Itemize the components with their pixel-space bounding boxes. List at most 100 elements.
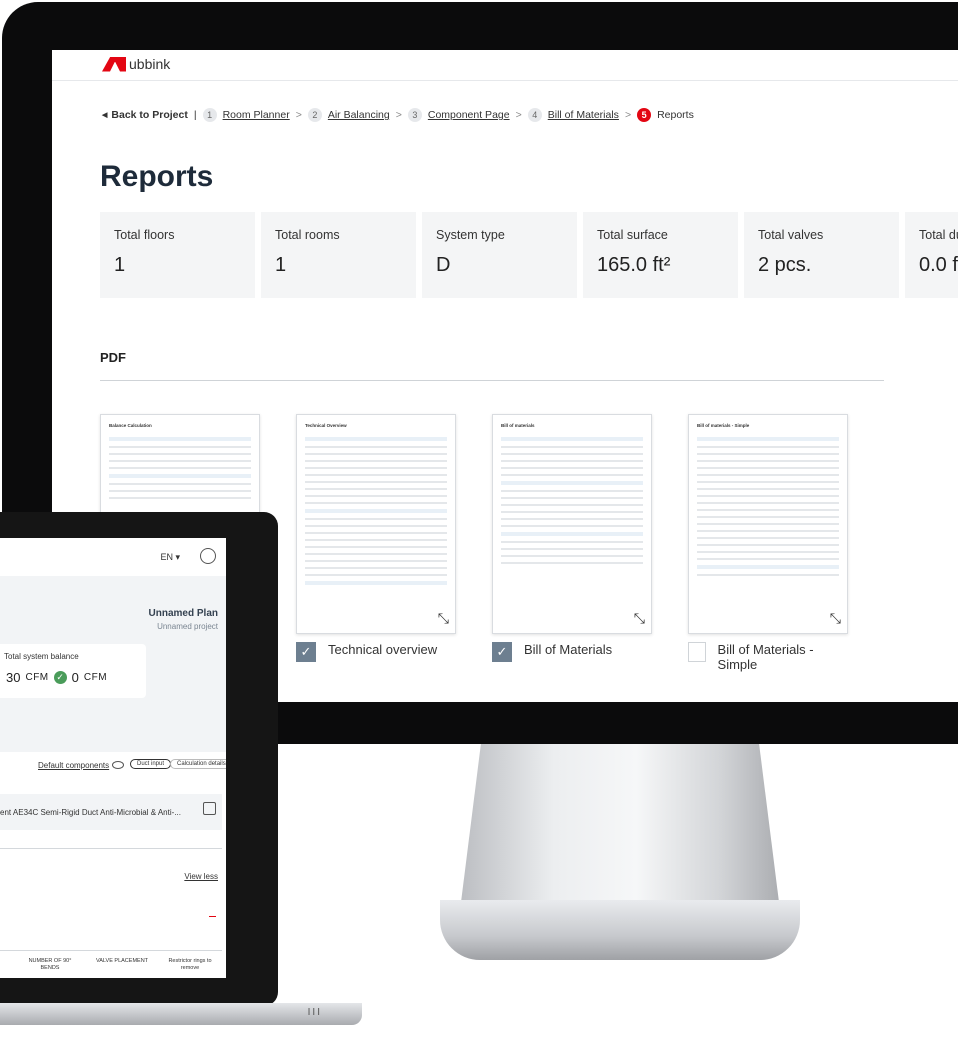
document-option-bill-of-materials-simple[interactable]: Bill of Materials - Simple <box>688 642 838 672</box>
balance-unit: CFM <box>83 672 108 683</box>
document-thumbnail-bill-of-materials-simple[interactable]: Bill of materials - Simple ⤡ <box>688 414 848 634</box>
top-bar: ubbink <box>52 50 958 81</box>
edit-icon[interactable] <box>203 802 216 815</box>
checkbox-checked[interactable]: ✓ <box>492 642 512 662</box>
thumbnail-title: Bill of materials <box>501 423 535 428</box>
thumbnail-rows <box>501 437 643 569</box>
document-label: Bill of Materials - Simple <box>717 642 814 672</box>
pdf-divider <box>100 380 884 381</box>
column-header-valve: VALVE PLACEMENT <box>95 958 149 964</box>
thumbnail-rows <box>305 437 447 590</box>
laptop-top-bar: EN ▾ <box>0 538 226 577</box>
ubbink-logo[interactable]: ubbink <box>102 56 170 72</box>
page-title: Reports <box>100 160 214 193</box>
plan-header: Unnamed Plan Unnamed project Total syste… <box>0 576 226 752</box>
plan-name: Unnamed Plan <box>148 608 218 619</box>
step-number-2: 2 <box>307 108 322 122</box>
calculation-details-toggle[interactable]: Calculation details <box>170 759 226 769</box>
check-circle-icon: ✓ <box>53 671 67 684</box>
component-text: ent AE34C Semi-Rigid Duct Anti-Microbial… <box>0 808 181 817</box>
stat-value: 1 <box>275 254 287 276</box>
caret-left-icon: ◀ <box>102 112 108 119</box>
stat-card: System type D <box>422 212 577 298</box>
stats-row: Total floors 1 Total rooms 1 System type D … <box>100 212 958 298</box>
step-number-3: 3 <box>407 108 422 122</box>
document-label: Bill of Materials <box>524 642 613 657</box>
language-selector[interactable]: EN ▾ <box>160 552 180 563</box>
thumbnail-title: Bill of materials - Simple <box>697 423 750 428</box>
thumbnail-rows <box>697 437 839 581</box>
column-header-rings: Restrictor rings to remove <box>168 958 212 971</box>
chevron-right-icon: > <box>295 109 302 121</box>
balance-value: 30 CFM ✓ 0 CFM <box>6 670 107 685</box>
stat-label: Total rooms <box>275 228 340 242</box>
breadcrumb-air-balancing[interactable]: Air Balancing <box>328 109 390 121</box>
stat-label: Total du <box>919 228 958 242</box>
breadcrumb-divider: | <box>193 109 197 121</box>
stat-value: 0.0 f <box>919 254 958 276</box>
back-to-project-link[interactable]: ◀ Back to Project <box>102 109 188 121</box>
breadcrumb-bill-of-materials[interactable]: Bill of Materials <box>548 109 619 121</box>
chevron-right-icon: > <box>624 109 632 121</box>
stat-label: Total valves <box>758 228 824 242</box>
checkbox-unchecked[interactable] <box>688 642 706 662</box>
view-less-link[interactable]: View less <box>184 872 218 881</box>
document-option-technical-overview[interactable]: ✓ Technical overview <box>296 642 437 662</box>
breadcrumb-component-page[interactable]: Component Page <box>428 109 510 121</box>
step-number-4: 4 <box>527 108 542 122</box>
breadcrumb-room-planner[interactable]: Room Planner <box>223 109 290 121</box>
breadcrumb: ◀ Back to Project | 1 Room Planner > 2 Ai… <box>102 108 694 122</box>
user-icon[interactable] <box>200 548 216 564</box>
component-row[interactable]: ent AE34C Semi-Rigid Duct Anti-Microbial… <box>0 794 222 830</box>
stat-card: Total du 0.0 f <box>905 212 958 298</box>
planner-screen: EN ▾ Unnamed Plan Unnamed project Total … <box>0 538 226 978</box>
remove-icon[interactable] <box>209 916 216 917</box>
monitor-foot <box>440 900 800 960</box>
divider <box>0 950 222 951</box>
logo-text: ubbink <box>129 56 171 72</box>
document-thumbnail-technical-overview[interactable]: Technical Overview ⤡ <box>296 414 456 634</box>
stat-label: System type <box>436 228 505 242</box>
stat-card: Total surface 165.0 ft² <box>583 212 738 298</box>
stat-label: Total surface <box>597 228 668 242</box>
expand-icon[interactable]: ⤡ <box>438 610 449 627</box>
balance-label: Total system balance <box>4 652 79 661</box>
default-components-link[interactable]: Default components <box>38 761 109 770</box>
document-thumbnail-bill-of-materials[interactable]: Bill of materials ⤡ <box>492 414 652 634</box>
pdf-section-title: PDF <box>100 350 126 365</box>
stat-value: 165.0 ft² <box>597 254 671 276</box>
stat-label: Total floors <box>114 228 175 242</box>
back-label: Back to Project <box>111 109 188 121</box>
step-number-5: 5 <box>637 108 652 122</box>
duct-input-toggle[interactable]: Duct input <box>130 759 172 769</box>
balance-unit: CFM <box>25 672 49 683</box>
breadcrumb-reports: Reports <box>657 109 694 121</box>
balance-left: 30 <box>6 670 21 685</box>
expand-icon[interactable]: ⤡ <box>634 610 645 627</box>
thumbnail-title: Technical Overview <box>305 423 347 428</box>
grip-icon: III <box>307 1007 322 1018</box>
stat-value: 2 pcs. <box>758 254 812 276</box>
checkbox-checked[interactable]: ✓ <box>296 642 316 662</box>
thumbnail-rows <box>109 437 251 504</box>
stat-value: D <box>436 254 451 276</box>
expand-icon[interactable]: ⤡ <box>830 610 841 627</box>
ubbink-logo-icon <box>102 56 126 72</box>
system-balance-card: Total system balance 30 CFM ✓ 0 CFM <box>0 644 146 698</box>
divider <box>0 848 222 849</box>
step-number-1: 1 <box>202 108 217 122</box>
column-header-bends: NUMBER OF 90° BENDS <box>28 958 72 971</box>
laptop-base: III <box>0 1003 362 1025</box>
chevron-right-icon: > <box>395 109 402 121</box>
stat-card: Total rooms 1 <box>261 212 416 298</box>
stat-value: 1 <box>114 254 126 276</box>
chevron-right-icon: > <box>515 109 522 121</box>
document-option-bill-of-materials[interactable]: ✓ Bill of Materials <box>492 642 612 662</box>
document-label: Technical overview <box>328 642 438 657</box>
stat-card: Total floors 1 <box>100 212 255 298</box>
thumbnail-title: Balance Calculation <box>109 423 152 428</box>
laptop: EN ▾ Unnamed Plan Unnamed project Total … <box>0 512 278 1006</box>
eye-icon[interactable] <box>112 761 124 769</box>
project-name: Unnamed project <box>157 622 218 631</box>
component-controls: Default components Duct input Calculatio… <box>0 759 226 781</box>
